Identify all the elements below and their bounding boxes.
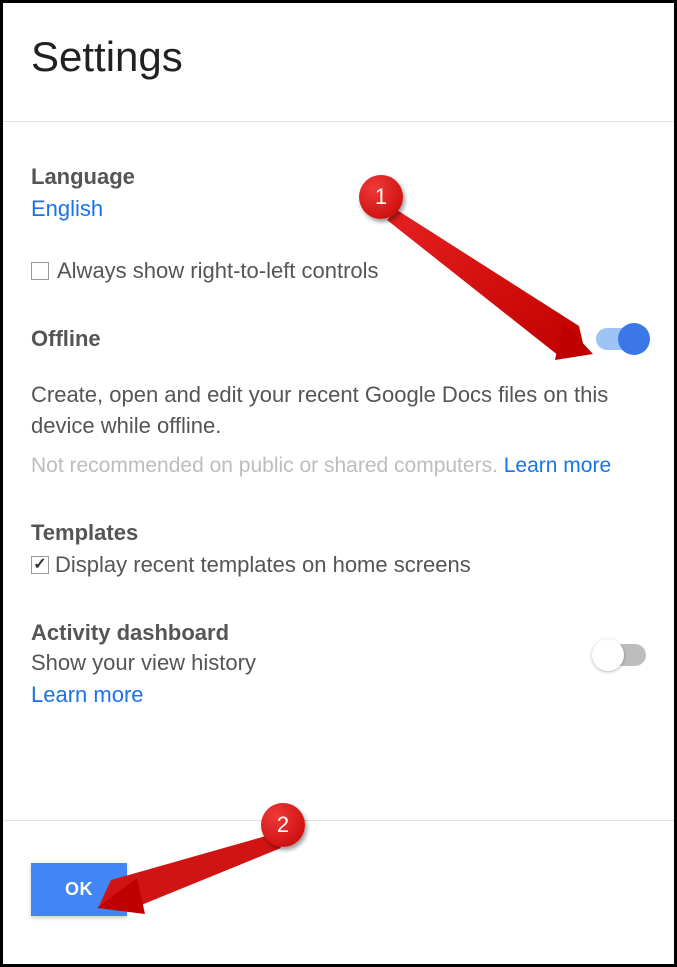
activity-left: Activity dashboard Show your view histor… <box>31 620 256 708</box>
annotation-callout-1-label: 1 <box>375 184 387 210</box>
offline-hint-text: Not recommended on public or shared comp… <box>31 454 498 477</box>
templates-checkbox-row[interactable]: Display recent templates on home screens <box>31 552 646 578</box>
page-title: Settings <box>31 33 646 81</box>
activity-learn-more-link[interactable]: Learn more <box>31 682 144 707</box>
language-section: Language English Always show right-to-le… <box>31 164 646 284</box>
annotation-callout-1: 1 <box>359 175 403 219</box>
rtl-checkbox-row[interactable]: Always show right-to-left controls <box>31 258 646 284</box>
settings-header: Settings <box>3 3 674 121</box>
offline-title: Offline <box>31 326 101 352</box>
rtl-checkbox[interactable] <box>31 262 49 280</box>
annotation-callout-2: 2 <box>261 803 305 847</box>
annotation-callout-2-label: 2 <box>277 812 289 838</box>
offline-toggle[interactable] <box>596 328 646 350</box>
language-title: Language <box>31 164 646 190</box>
rtl-checkbox-label: Always show right-to-left controls <box>57 258 379 284</box>
templates-checkbox-label: Display recent templates on home screens <box>55 552 471 578</box>
offline-section-header: Offline <box>31 326 646 352</box>
activity-toggle[interactable] <box>596 644 646 666</box>
offline-description: Create, open and edit your recent Google… <box>31 380 646 442</box>
templates-title: Templates <box>31 520 646 546</box>
language-value-link[interactable]: English <box>31 196 103 221</box>
templates-section: Templates Display recent templates on ho… <box>31 520 646 578</box>
settings-footer: OK <box>3 820 674 964</box>
offline-learn-more-link[interactable]: Learn more <box>504 454 611 477</box>
offline-hint: Not recommended on public or shared comp… <box>31 454 646 478</box>
activity-title: Activity dashboard <box>31 620 256 646</box>
templates-checkbox[interactable] <box>31 556 49 574</box>
activity-section: Activity dashboard Show your view histor… <box>31 620 646 708</box>
activity-description: Show your view history <box>31 650 256 676</box>
ok-button[interactable]: OK <box>31 863 127 916</box>
settings-content: Language English Always show right-to-le… <box>3 122 674 738</box>
